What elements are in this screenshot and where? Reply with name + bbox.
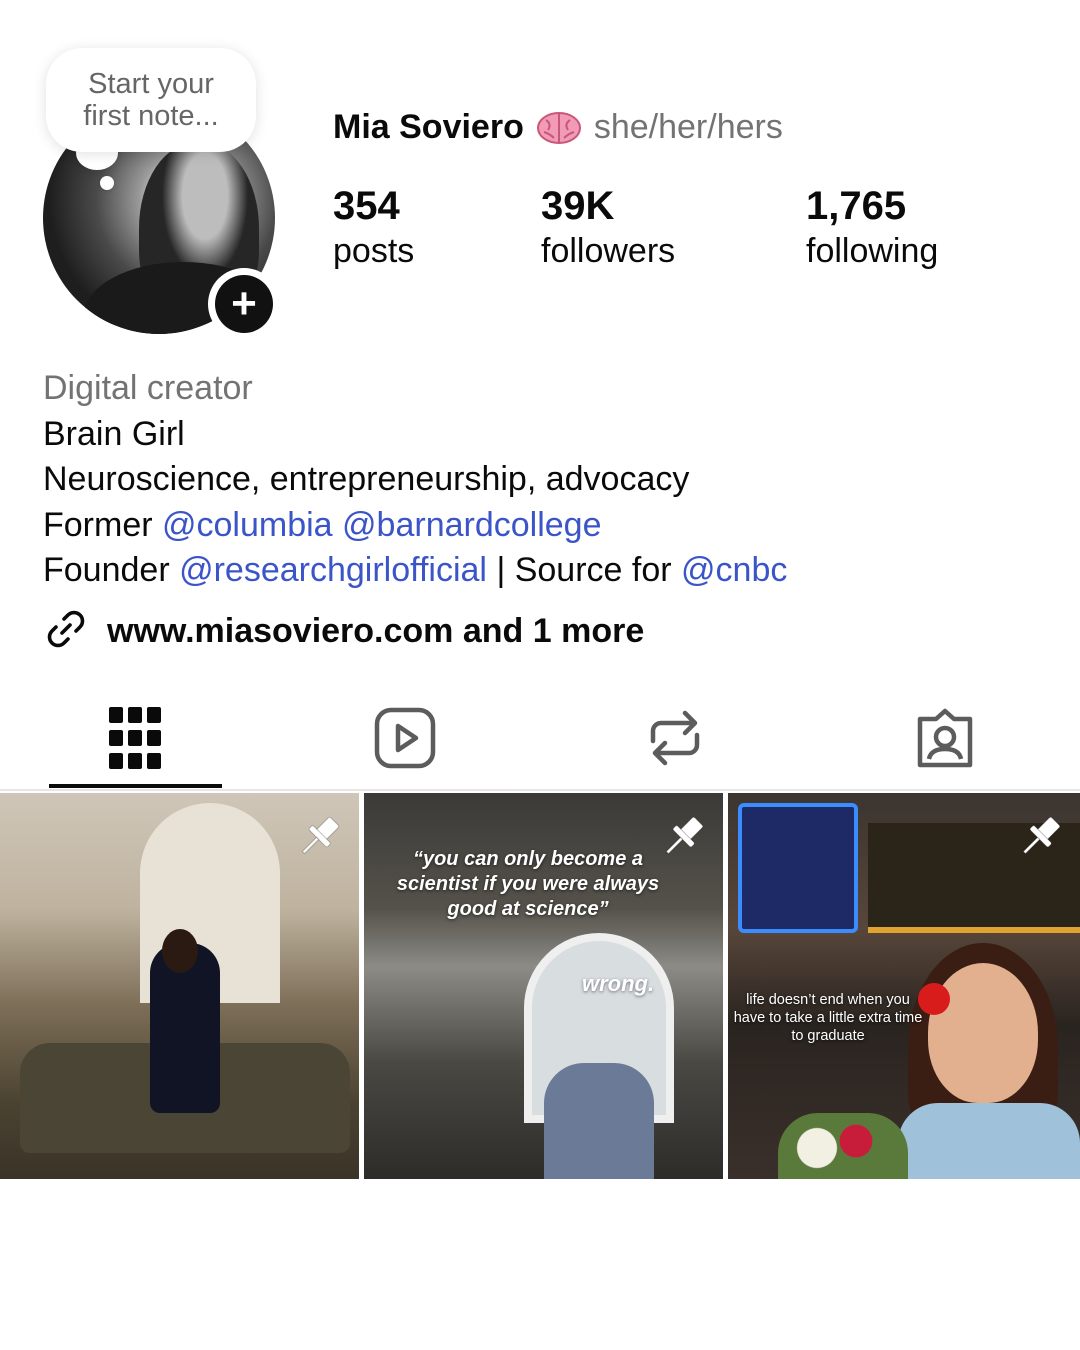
external-link[interactable]: www.miasoviero.com and 1 more <box>43 606 644 657</box>
bio-line: Former @columbia @barnardcollege <box>43 503 787 549</box>
tagged-icon <box>914 707 976 774</box>
stat-following[interactable]: 1,765 following <box>806 182 938 272</box>
tab-tagged[interactable] <box>810 690 1080 790</box>
active-tab-indicator <box>49 784 222 788</box>
stat-following-count: 1,765 <box>806 184 907 228</box>
note-text: Start your first note... <box>83 68 219 132</box>
tab-grid[interactable] <box>0 690 270 790</box>
profile-name: Mia Soviero <box>333 108 524 146</box>
post-photo-detail <box>928 963 1038 1103</box>
mention-link[interactable]: @barnardcollege <box>342 506 601 544</box>
tab-reels[interactable] <box>270 690 540 790</box>
post-thumbnail[interactable]: “you can only become a scientist if you … <box>364 793 723 1179</box>
bio: Digital creator Brain Girl Neuroscience,… <box>43 366 787 594</box>
post-thumbnail[interactable] <box>0 793 359 1179</box>
post-photo-detail <box>544 1063 654 1179</box>
repost-icon <box>647 707 703 774</box>
bio-line: Brain Girl <box>43 414 185 453</box>
stat-followers-count: 39K <box>541 184 615 228</box>
post-photo-detail <box>778 1113 908 1179</box>
post-photo-detail <box>898 1103 1080 1179</box>
stat-following-label: following <box>806 232 939 270</box>
pronouns: she/her/hers <box>593 108 783 146</box>
tab-reposts[interactable] <box>540 690 810 790</box>
stat-posts-label: posts <box>333 232 415 270</box>
link-icon <box>43 606 89 657</box>
pin-icon <box>1014 811 1066 863</box>
link-text: www.miasoviero.com and 1 more <box>107 612 645 650</box>
mention-link[interactable]: @cnbc <box>681 551 787 589</box>
brain-icon <box>536 110 582 146</box>
bio-text: Former <box>43 505 162 544</box>
bio-line: Neuroscience, entrepreneurship, advocacy <box>43 460 690 498</box>
grid-icon <box>109 706 161 774</box>
tabs-divider <box>0 789 1080 791</box>
bio-line: Founder @researchgirlofficial | Source f… <box>43 548 787 594</box>
post-overlay-text: life doesn’t end when you have to take a… <box>733 992 923 1044</box>
bio-text: | Source for <box>487 551 682 589</box>
post-photo-detail <box>738 803 858 933</box>
stat-posts[interactable]: 354 posts <box>333 182 414 272</box>
note-bubble-tail-dot <box>100 176 114 190</box>
post-overlay-text: wrong. <box>582 971 655 996</box>
reels-icon <box>374 707 436 774</box>
mention-link[interactable]: @columbia <box>162 506 333 544</box>
bio-text: Founder <box>43 551 180 589</box>
post-overlay-text: “you can only become a scientist if you … <box>396 848 660 920</box>
post-grid: “you can only become a scientist if you … <box>0 793 1080 1179</box>
post-photo-detail <box>162 929 198 973</box>
stat-followers-label: followers <box>541 232 676 270</box>
pin-icon <box>293 811 345 863</box>
bio-category: Digital creator <box>43 369 253 407</box>
profile-header: Mia Soviero she/her/hers <box>333 108 783 147</box>
stat-followers[interactable]: 39K followers <box>541 182 675 272</box>
note-bubble[interactable]: Start your first note... <box>46 48 256 152</box>
stat-posts-count: 354 <box>333 184 400 228</box>
post-thumbnail[interactable]: life doesn’t end when you have to take a… <box>728 793 1080 1179</box>
plus-icon: + <box>215 275 273 333</box>
profile-tabs <box>0 690 1080 790</box>
mention-link[interactable]: @researchgirlofficial <box>179 551 487 589</box>
pin-icon <box>657 811 709 863</box>
add-story-button[interactable]: + <box>208 268 280 340</box>
